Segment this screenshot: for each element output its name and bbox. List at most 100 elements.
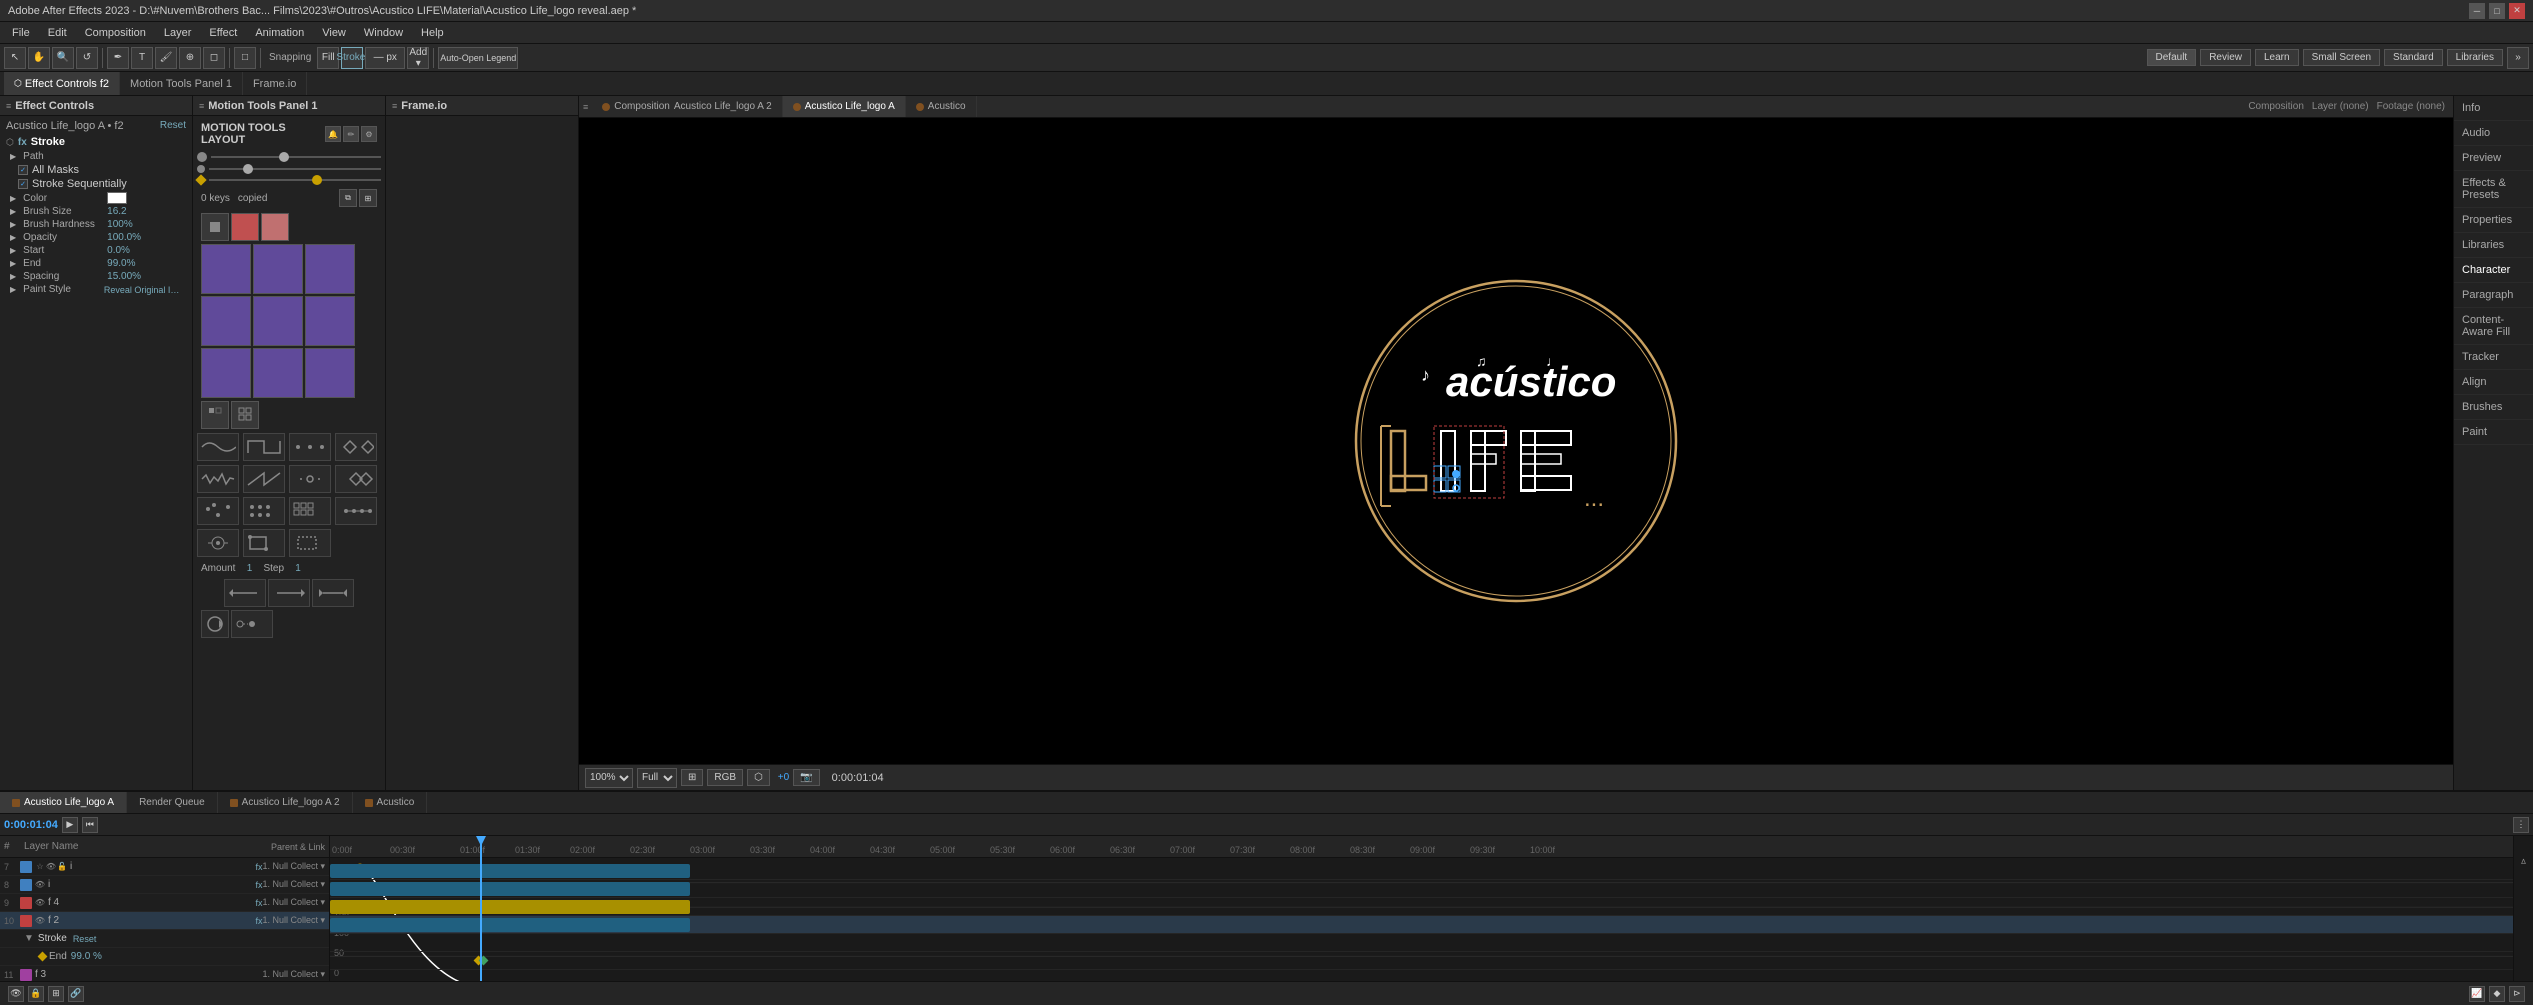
align-grid-btn[interactable] <box>231 401 259 429</box>
workspace-more-btn[interactable]: » <box>2507 47 2529 69</box>
mt-bell-icon[interactable]: 🔔 <box>325 126 341 142</box>
libraries-panel-item[interactable]: Libraries <box>2454 233 2533 258</box>
pen-tool[interactable]: ✒ <box>107 47 129 69</box>
slider-track-3[interactable] <box>209 179 381 181</box>
timeline-options-btn[interactable]: ⋮ <box>2513 817 2529 833</box>
preview-cell-2[interactable] <box>253 244 303 294</box>
transform-btn[interactable] <box>289 529 331 557</box>
square-wave-btn[interactable] <box>243 433 285 461</box>
tl-eye-btn[interactable]: 👁 <box>8 986 24 1002</box>
workspace-libraries[interactable]: Libraries <box>2447 49 2503 66</box>
spacing-value[interactable]: 15.00% <box>107 271 141 282</box>
menu-help[interactable]: Help <box>413 25 452 41</box>
tl-graph-btn[interactable]: 📈 <box>2469 986 2485 1002</box>
menu-composition[interactable]: Composition <box>77 25 154 41</box>
workspace-review[interactable]: Review <box>2200 49 2251 66</box>
close-button[interactable]: ✕ <box>2509 3 2525 19</box>
select-tool[interactable]: ↖ <box>4 47 26 69</box>
menu-effect[interactable]: Effect <box>201 25 245 41</box>
crop-btn[interactable] <box>243 529 285 557</box>
preview-cell-5[interactable] <box>253 296 303 346</box>
zoom-select[interactable]: 100% 50% 200% <box>585 768 633 788</box>
slider-track-2[interactable] <box>209 168 381 170</box>
layer-eye-9[interactable]: 👁 <box>35 898 45 908</box>
preview-cell-6[interactable] <box>305 296 355 346</box>
menu-view[interactable]: View <box>314 25 354 41</box>
menu-animation[interactable]: Animation <box>247 25 312 41</box>
random-btn[interactable] <box>335 465 377 493</box>
layer-eye-8[interactable]: 👁 <box>35 880 45 890</box>
timeline-tab-1[interactable]: Acustico Life_logo A <box>0 792 127 813</box>
show-channels-btn[interactable]: RGB <box>707 769 743 786</box>
all-masks-row[interactable]: All Masks <box>2 163 190 177</box>
eraser-tool[interactable]: ◻ <box>203 47 225 69</box>
playhead[interactable] <box>480 836 482 981</box>
opacity-value[interactable]: 100.0% <box>107 232 141 243</box>
tl-lock-btn[interactable]: 🔒 <box>28 986 44 1002</box>
start-value[interactable]: 0.0% <box>107 245 130 256</box>
all-masks-checkbox[interactable] <box>18 165 28 175</box>
circle-arrow-btn[interactable] <box>201 610 229 638</box>
auto-open-legend-btn[interactable]: Auto-Open Legend <box>438 47 518 69</box>
reset-all-button[interactable]: Reset <box>160 120 186 131</box>
menu-edit[interactable]: Edit <box>40 25 75 41</box>
comp-tab-2[interactable]: Acustico Life_logo A <box>783 96 906 117</box>
tl-flow-btn[interactable]: ⊳ <box>2509 986 2525 1002</box>
tab-motion-tools[interactable]: Motion Tools Panel 1 <box>120 72 243 95</box>
timeline-home-btn[interactable]: ⏮ <box>82 817 98 833</box>
target-btn[interactable] <box>197 529 239 557</box>
tl-grid-btn[interactable]: ⊞ <box>48 986 64 1002</box>
timeline-tab-2[interactable]: Acustico Life_logo A 2 <box>218 792 353 813</box>
layer-solo-7[interactable]: ☆ <box>35 862 45 872</box>
quality-select[interactable]: Full Half <box>637 768 677 788</box>
show-masks-btn[interactable]: ⬡ <box>747 769 770 786</box>
timeline-play-btn[interactable]: ▶ <box>62 817 78 833</box>
key-copy-btn[interactable]: ⧉ <box>339 189 357 207</box>
audio-panel-item[interactable]: Audio <box>2454 121 2533 146</box>
effects-presets-panel-item[interactable]: Effects & Presets <box>2454 171 2533 208</box>
content-aware-fill-panel-item[interactable]: Content-Aware Fill <box>2454 308 2533 345</box>
layer-eye-10[interactable]: 👁 <box>35 916 45 926</box>
brushes-panel-item[interactable]: Brushes <box>2454 395 2533 420</box>
paragraph-panel-item[interactable]: Paragraph <box>2454 283 2533 308</box>
shape-tool[interactable]: □ <box>234 47 256 69</box>
stroke-btn[interactable]: Stroke: <box>341 47 363 69</box>
preview-cell-8[interactable] <box>253 348 303 398</box>
motion-path-btn[interactable] <box>231 610 273 638</box>
paint-panel-item[interactable]: Paint <box>2454 420 2533 445</box>
preview-cell-4[interactable] <box>201 296 251 346</box>
sawtooth-wave-btn[interactable] <box>243 465 285 493</box>
right-flow-btn[interactable] <box>268 579 310 607</box>
layer-lock-7[interactable]: 🔓 <box>57 862 67 872</box>
rotate-tool[interactable]: ↺ <box>76 47 98 69</box>
noise-wave-btn[interactable] <box>197 465 239 493</box>
square-btn[interactable] <box>201 213 229 241</box>
layer-row-7[interactable]: 7 ☆ 👁 🔓 i fx 1. Null Collect ▾ <box>0 858 329 876</box>
preview-cell-1[interactable] <box>201 244 251 294</box>
diamond-wave-btn[interactable] <box>335 433 377 461</box>
tab-frameio[interactable]: Frame.io <box>243 72 307 95</box>
align-panel-item[interactable]: Align <box>2454 370 2533 395</box>
layer-row-10[interactable]: 10 👁 f 2 fx 1. Null Collect ▾ <box>0 912 329 930</box>
timeline-expand-icon[interactable]: ⊳ <box>2519 858 2528 865</box>
snapshot-btn[interactable]: 📷 <box>793 769 819 786</box>
brush-hardness-value[interactable]: 100% <box>107 219 133 230</box>
menu-layer[interactable]: Layer <box>156 25 200 41</box>
brush-size-value[interactable]: 16.2 <box>107 206 126 217</box>
grid-3x3-btn[interactable] <box>289 497 331 525</box>
align-tl-btn[interactable] <box>201 401 229 429</box>
slider-track-1[interactable] <box>211 156 381 158</box>
layer-row-8[interactable]: 8 👁 i fx 1. Null Collect ▾ <box>0 876 329 894</box>
preview-cell-3[interactable] <box>305 244 355 294</box>
timeline-tab-3[interactable]: Acustico <box>353 792 428 813</box>
preview-panel-item[interactable]: Preview <box>2454 146 2533 171</box>
end-value[interactable]: 99.0% <box>107 258 135 269</box>
tab-effect-controls[interactable]: ⬡ Effect Controls f2 <box>4 72 120 95</box>
character-panel-item[interactable]: Character <box>2454 258 2533 283</box>
clone-tool[interactable]: ⊕ <box>179 47 201 69</box>
comp-tab-1[interactable]: Composition Acustico Life_logo A 2 <box>592 96 782 117</box>
stroke-expand-arrow[interactable]: ▼ <box>24 933 34 944</box>
brush-tool[interactable]: 🖌 <box>155 47 177 69</box>
comp-tab-3[interactable]: Acustico <box>906 96 977 117</box>
preview-cell-7[interactable] <box>201 348 251 398</box>
